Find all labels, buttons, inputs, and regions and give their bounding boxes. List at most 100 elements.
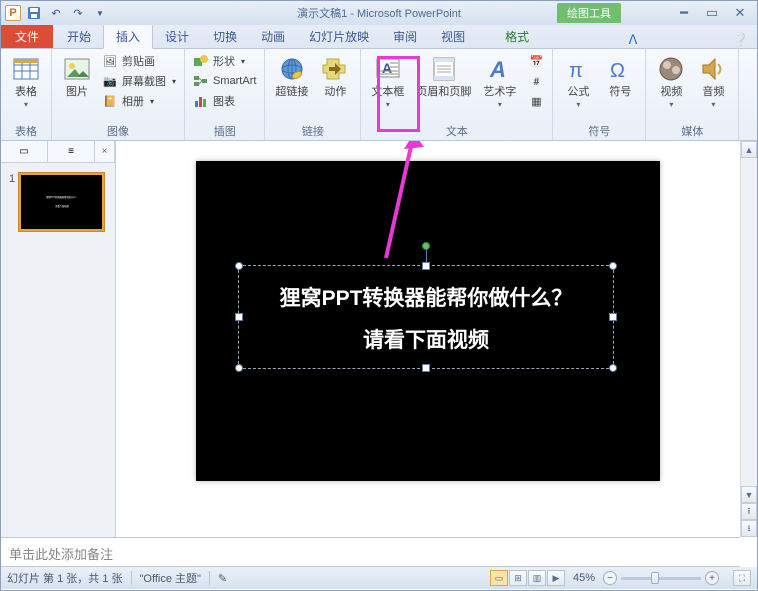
- slidenumber-button[interactable]: #️: [526, 72, 546, 90]
- group-tables: 表格▾ 表格: [1, 49, 52, 140]
- title-bar: P ↶ ↷ ▼ 演示文稿1 - Microsoft PowerPoint 绘图工…: [1, 1, 757, 25]
- table-icon: [11, 54, 41, 84]
- view-buttons: ▭ ⊞ ▥ ▶: [490, 570, 565, 586]
- picture-icon: [62, 54, 92, 84]
- tab-design[interactable]: 设计: [153, 24, 201, 48]
- resize-handle-bl[interactable]: [235, 364, 243, 372]
- resize-handle-l[interactable]: [235, 313, 243, 321]
- resize-handle-tl[interactable]: [235, 262, 243, 270]
- qat-dropdown-icon[interactable]: ▼: [91, 4, 109, 22]
- view-normal-button[interactable]: ▭: [490, 570, 508, 586]
- textbox-content[interactable]: 狸窝PPT转换器能帮你做什么？ 请看下面视频: [239, 266, 613, 362]
- action-button[interactable]: 动作: [316, 52, 354, 100]
- qat-undo-icon[interactable]: ↶: [47, 4, 65, 22]
- app-icon: P: [5, 5, 21, 21]
- zoom-slider-thumb[interactable]: [651, 572, 659, 584]
- zoom-in-button[interactable]: +: [705, 571, 719, 585]
- thumbnail-tab-outline[interactable]: ≡: [48, 141, 95, 162]
- tab-view[interactable]: 视图: [429, 24, 477, 48]
- chart-icon: [193, 93, 209, 109]
- tab-slideshow[interactable]: 幻灯片放映: [297, 24, 381, 48]
- work-area: ▭ ≡ × 1 狸窝PPT转换器能帮你做什么？ 请看下面视频: [1, 141, 757, 537]
- slide-thumbnail[interactable]: 狸窝PPT转换器能帮你做什么？ 请看下面视频: [19, 173, 104, 231]
- table-button[interactable]: 表格▾: [7, 52, 45, 111]
- view-sorter-button[interactable]: ⊞: [509, 570, 527, 586]
- screenshot-button[interactable]: 📷屏幕截图▾: [100, 72, 178, 90]
- scroll-up-button[interactable]: ▲: [741, 141, 757, 158]
- vertical-scrollbar[interactable]: ▲ ▼ ⭱ ⭳: [740, 141, 757, 537]
- status-theme: "Office 主题": [140, 570, 201, 586]
- view-reading-button[interactable]: ▥: [528, 570, 546, 586]
- album-button[interactable]: 📔相册▾: [100, 92, 178, 110]
- scroll-down-button[interactable]: ▼: [741, 486, 757, 503]
- prev-slide-button[interactable]: ⭱: [741, 503, 757, 520]
- video-icon: [656, 54, 686, 84]
- screenshot-icon: 📷: [102, 73, 118, 89]
- tab-animate[interactable]: 动画: [249, 24, 297, 48]
- svg-text:Ω: Ω: [610, 60, 625, 82]
- action-icon: [320, 54, 350, 84]
- equation-icon: π: [563, 54, 593, 84]
- ribbon-minimize-icon[interactable]: ᐱ: [621, 32, 646, 48]
- textbox-button[interactable]: A 文本框▾: [367, 52, 408, 111]
- wordart-button[interactable]: A 艺术字▾: [479, 52, 520, 111]
- zoom-label[interactable]: 45%: [573, 572, 595, 584]
- equation-button[interactable]: π 公式▾: [559, 52, 597, 111]
- fit-button[interactable]: ⛶: [733, 570, 751, 586]
- datetime-icon: 📅: [528, 53, 544, 69]
- audio-button[interactable]: 音频▾: [694, 52, 732, 111]
- shapes-icon: [193, 53, 209, 69]
- status-lang-icon[interactable]: ✎: [218, 572, 227, 585]
- thumbnail-pane: ▭ ≡ × 1 狸窝PPT转换器能帮你做什么？ 请看下面视频: [1, 141, 116, 537]
- minimize-button[interactable]: ━: [673, 4, 695, 22]
- resize-handle-tr[interactable]: [609, 262, 617, 270]
- symbol-button[interactable]: Ω 符号: [601, 52, 639, 100]
- picture-button[interactable]: 图片: [58, 52, 96, 100]
- thumbnail-tab-slides[interactable]: ▭: [1, 141, 48, 162]
- status-slide-info: 幻灯片 第 1 张，共 1 张: [7, 570, 123, 586]
- view-slideshow-button[interactable]: ▶: [547, 570, 565, 586]
- chart-button[interactable]: 图表: [191, 92, 258, 110]
- hyperlink-button[interactable]: 超链接: [271, 52, 312, 100]
- video-button[interactable]: 视频▾: [652, 52, 690, 111]
- close-button[interactable]: ✕: [729, 4, 751, 22]
- status-bar: 幻灯片 第 1 张，共 1 张 "Office 主题" ✎ ▭ ⊞ ▥ ▶ 45…: [1, 567, 757, 589]
- notes-placeholder[interactable]: 单击此处添加备注: [1, 538, 740, 569]
- ribbon-tabs: 文件 开始 插入 设计 切换 动画 幻灯片放映 审阅 视图 格式 ᐱ ❔: [1, 25, 757, 49]
- headerfooter-button[interactable]: 页眉和页脚: [412, 52, 475, 100]
- tab-transition[interactable]: 切换: [201, 24, 249, 48]
- clipart-icon: 🖼: [102, 53, 118, 69]
- zoom-slider[interactable]: [621, 577, 701, 580]
- tab-file[interactable]: 文件: [1, 24, 53, 48]
- tab-home[interactable]: 开始: [55, 24, 103, 48]
- tab-insert[interactable]: 插入: [103, 23, 153, 49]
- zoom-out-button[interactable]: −: [603, 571, 617, 585]
- textbox-icon: A: [373, 54, 403, 84]
- smartart-button[interactable]: SmartArt: [191, 72, 258, 90]
- help-icon[interactable]: ❔: [725, 32, 757, 48]
- shapes-button[interactable]: 形状▾: [191, 52, 258, 70]
- qat-save-icon[interactable]: [25, 4, 43, 22]
- group-illustration: 形状▾ SmartArt 图表 插图: [185, 49, 265, 140]
- object-button[interactable]: ▦: [526, 92, 546, 110]
- resize-handle-r[interactable]: [609, 313, 617, 321]
- qat-redo-icon[interactable]: ↷: [69, 4, 87, 22]
- tab-format[interactable]: 格式: [493, 24, 541, 48]
- restore-button[interactable]: ▭: [701, 4, 723, 22]
- resize-handle-b[interactable]: [422, 364, 430, 372]
- tab-review[interactable]: 审阅: [381, 24, 429, 48]
- datetime-button[interactable]: 📅: [526, 52, 546, 70]
- next-slide-button[interactable]: ⭳: [741, 520, 757, 537]
- thumbnail-tab-close[interactable]: ×: [95, 141, 115, 162]
- group-image: 图片 🖼剪贴画 📷屏幕截图▾ 📔相册▾ 图像: [52, 49, 185, 140]
- slide-editor[interactable]: 狸窝PPT转换器能帮你做什么？ 请看下面视频 ▲ ▼ ⭱ ⭳: [116, 141, 757, 537]
- group-text: A 文本框▾ 页眉和页脚 A 艺术字▾ 📅 #️ ▦ 文本: [361, 49, 553, 140]
- clipart-button[interactable]: 🖼剪贴画: [100, 52, 178, 70]
- ribbon: 表格▾ 表格 图片 🖼剪贴画 📷屏幕截图▾ 📔相册▾ 图像 形状▾ SmartA…: [1, 49, 757, 141]
- svg-text:A: A: [489, 57, 506, 82]
- notes-pane[interactable]: 单击此处添加备注: [1, 537, 740, 567]
- thumbnail-item[interactable]: 1 狸窝PPT转换器能帮你做什么？ 请看下面视频: [9, 173, 107, 231]
- smartart-icon: [193, 73, 209, 89]
- textbox-selection[interactable]: 狸窝PPT转换器能帮你做什么？ 请看下面视频: [238, 265, 614, 369]
- resize-handle-br[interactable]: [609, 364, 617, 372]
